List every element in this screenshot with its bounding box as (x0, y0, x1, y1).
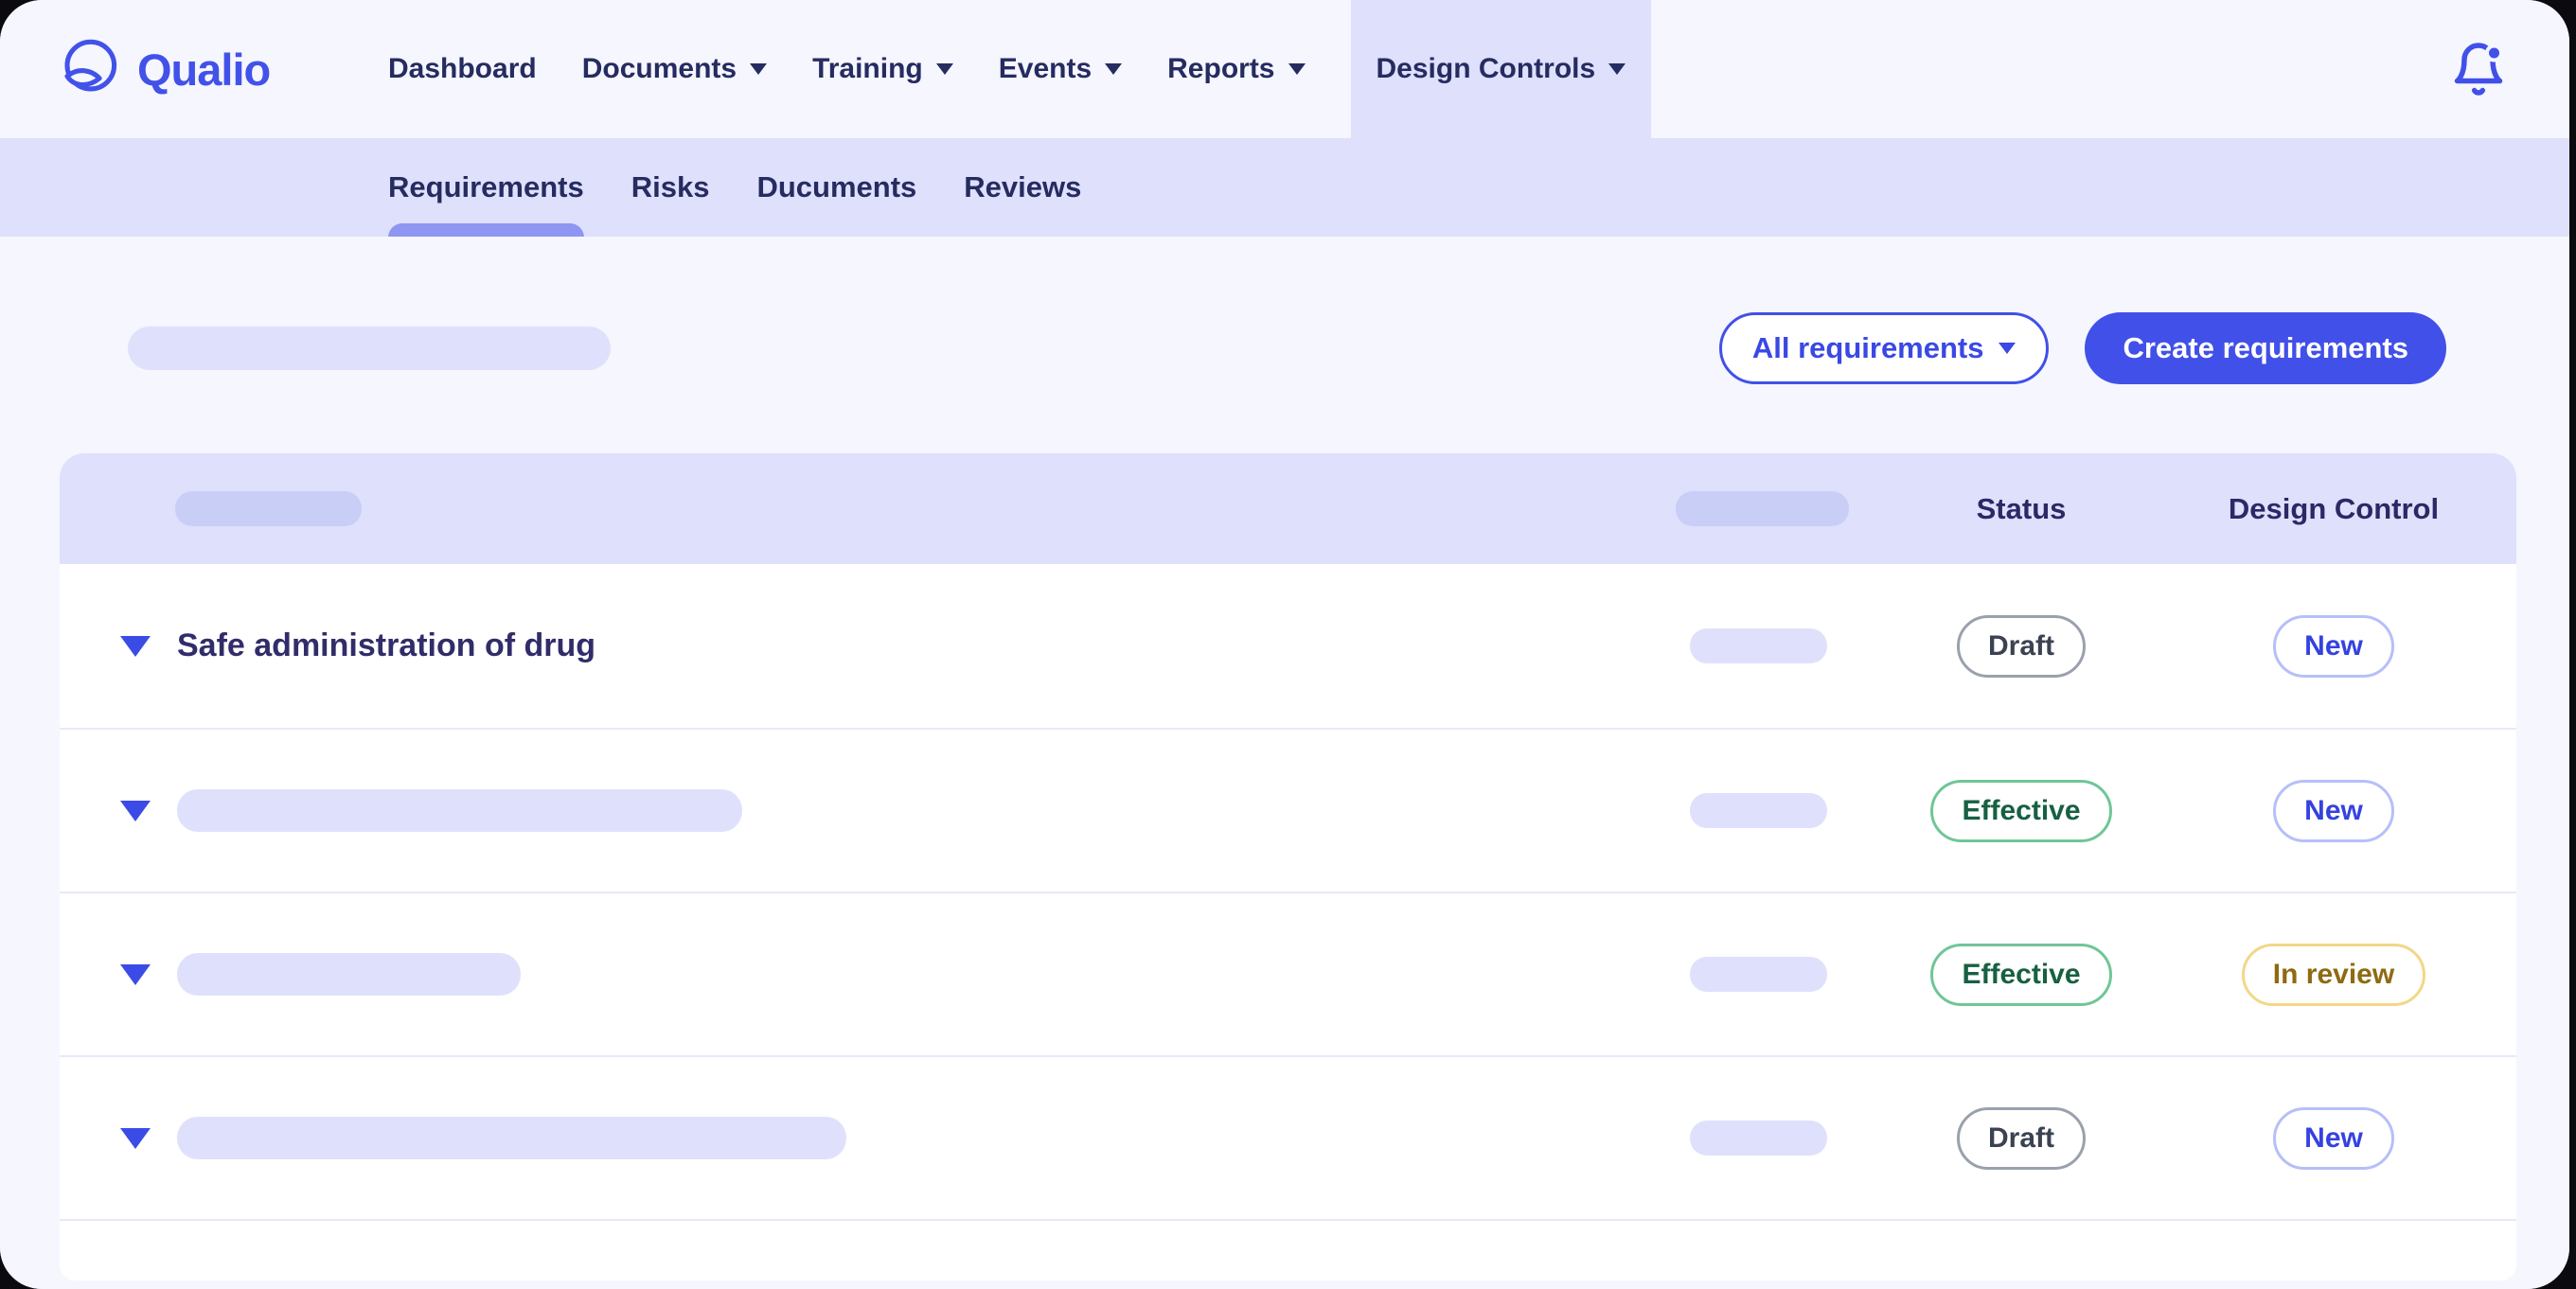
create-requirements-button[interactable]: Create requirements (2085, 312, 2446, 384)
subnav-label: Requirements (388, 170, 584, 204)
expand-row-icon[interactable] (120, 1128, 151, 1149)
column-header-skeleton (175, 491, 362, 526)
chevron-down-icon (936, 63, 953, 75)
table-row: Safe administration of drug Draft New (60, 564, 2516, 728)
notification-bell-icon[interactable] (2450, 41, 2507, 97)
filter-requirements-dropdown[interactable]: All requirements (1719, 312, 2050, 384)
brand-name: Qualio (137, 44, 270, 96)
filter-label: All requirements (1752, 331, 1984, 365)
create-label: Create requirements (2123, 331, 2408, 365)
main-nav: Dashboard Documents Training Events Repo… (388, 0, 1651, 138)
chevron-down-icon (750, 63, 767, 75)
expand-row-icon[interactable] (120, 801, 151, 821)
table-row: Draft New (60, 1055, 2516, 1219)
design-control-badge: New (2273, 615, 2394, 678)
status-badge: Effective (1930, 780, 2111, 842)
chevron-down-icon (1105, 63, 1122, 75)
column-header-status: Status (1977, 492, 2067, 526)
nav-label: Documents (582, 53, 737, 85)
table-row-partial (60, 1219, 2516, 1278)
nav-label: Dashboard (388, 53, 537, 85)
chevron-down-icon (1288, 63, 1306, 75)
nav-item-reports[interactable]: Reports (1167, 0, 1305, 138)
nav-item-design-controls[interactable]: Design Controls (1351, 0, 1652, 138)
chevron-down-icon (1608, 63, 1626, 75)
status-badge: Draft (1957, 1107, 2086, 1170)
requirement-title-skeleton (177, 953, 521, 996)
nav-item-dashboard[interactable]: Dashboard (388, 0, 537, 138)
design-control-badge: New (2273, 1107, 2394, 1170)
table-row: Effective In review (60, 892, 2516, 1055)
chevron-down-icon (1999, 343, 2016, 354)
cell-skeleton (1690, 1121, 1827, 1156)
cell-skeleton (1690, 957, 1827, 992)
column-header-design-control: Design Control (2229, 492, 2439, 526)
nav-item-documents[interactable]: Documents (582, 0, 767, 138)
design-control-badge: In review (2242, 944, 2425, 1006)
requirements-table: Status Design Control Safe administratio… (60, 453, 2516, 1280)
page-title-skeleton (128, 327, 611, 370)
expand-row-icon[interactable] (120, 636, 151, 657)
top-navigation-bar: Qualio Dashboard Documents Training Even… (0, 0, 2569, 138)
cell-skeleton (1690, 628, 1827, 663)
table-row: Effective New (60, 728, 2516, 892)
qualio-logo-icon (60, 37, 120, 102)
design-control-badge: New (2273, 780, 2394, 842)
qualio-app: Qualio Dashboard Documents Training Even… (0, 0, 2569, 1289)
requirements-page: All requirements Create requirements Sta… (0, 237, 2569, 1289)
toolbar: All requirements Create requirements (0, 237, 2569, 384)
subnav-label: Reviews (964, 170, 1081, 204)
subnav-item-requirements[interactable]: Requirements (388, 138, 584, 237)
subnav-item-reviews[interactable]: Reviews (964, 138, 1081, 237)
nav-label: Reports (1167, 53, 1274, 85)
table-header-row: Status Design Control (60, 453, 2516, 564)
nav-item-training[interactable]: Training (812, 0, 953, 138)
qualio-logo[interactable]: Qualio (60, 0, 270, 138)
status-badge: Effective (1930, 944, 2111, 1006)
design-controls-subnav: Requirements Risks Ducuments Reviews (0, 138, 2569, 237)
nav-item-events[interactable]: Events (999, 0, 1122, 138)
subnav-item-risks[interactable]: Risks (631, 138, 710, 237)
requirement-title-skeleton (177, 789, 742, 832)
requirement-title[interactable]: Safe administration of drug (177, 627, 595, 664)
expand-row-icon[interactable] (120, 964, 151, 985)
requirement-title-skeleton (177, 1117, 846, 1159)
subnav-label: Ducuments (756, 170, 916, 204)
nav-label: Training (812, 53, 923, 85)
subnav-label: Risks (631, 170, 710, 204)
nav-label: Design Controls (1377, 53, 1596, 85)
subnav-item-ducuments[interactable]: Ducuments (756, 138, 916, 237)
status-badge: Draft (1957, 615, 2086, 678)
column-header-skeleton (1676, 491, 1849, 526)
nav-label: Events (999, 53, 1092, 85)
cell-skeleton (1690, 793, 1827, 828)
